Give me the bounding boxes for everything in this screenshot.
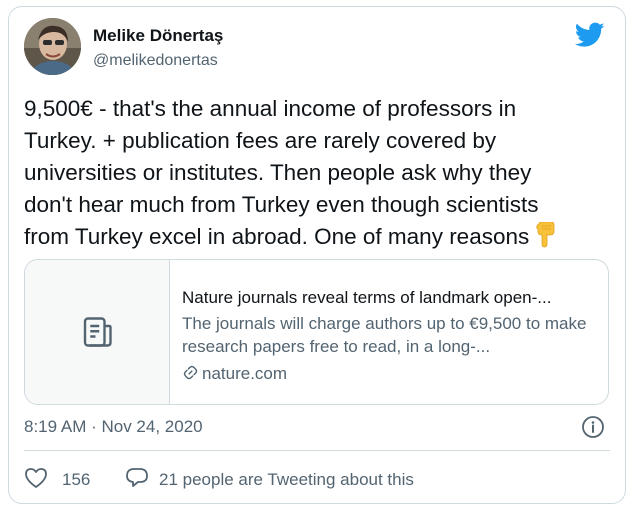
link-thumbnail xyxy=(25,260,170,404)
link-icon xyxy=(183,365,198,380)
reply-bubble-icon xyxy=(126,468,148,487)
author-name[interactable]: Melike Dönertaş xyxy=(93,26,223,46)
avatar[interactable] xyxy=(24,18,81,75)
reply-button[interactable]: 21 people are Tweeting about this xyxy=(125,467,414,490)
timestamp[interactable]: 8:19 AM · Nov 24, 2020 xyxy=(24,417,203,437)
like-count: 156 xyxy=(62,470,91,489)
link-title: Nature journals reveal terms of landmark… xyxy=(182,288,552,307)
link-preview-card[interactable]: Nature journals reveal terms of landmark… xyxy=(24,259,609,405)
tweet-text: 9,500€ - that's the annual income of pro… xyxy=(24,93,614,257)
link-description: The journals will charge authors up to €… xyxy=(182,314,587,356)
link-domain: nature.com xyxy=(182,364,287,384)
link-domain-text: nature.com xyxy=(202,364,288,383)
tweeting-count: 21 people are Tweeting about this xyxy=(159,470,414,489)
heart-icon xyxy=(25,468,47,488)
author-handle[interactable]: @melikedonertas xyxy=(93,52,218,70)
divider xyxy=(24,450,610,451)
tweet-card: Melike Dönertaş @melikedonertas 9,500€ -… xyxy=(8,6,626,504)
pointing-down-emoji-icon xyxy=(533,221,557,257)
twitter-bird-icon[interactable] xyxy=(575,22,605,48)
tweet-body: 9,500€ - that's the annual income of pro… xyxy=(24,96,539,249)
like-button[interactable]: 156 xyxy=(24,467,90,490)
article-icon xyxy=(83,317,112,347)
info-icon[interactable] xyxy=(581,415,605,439)
